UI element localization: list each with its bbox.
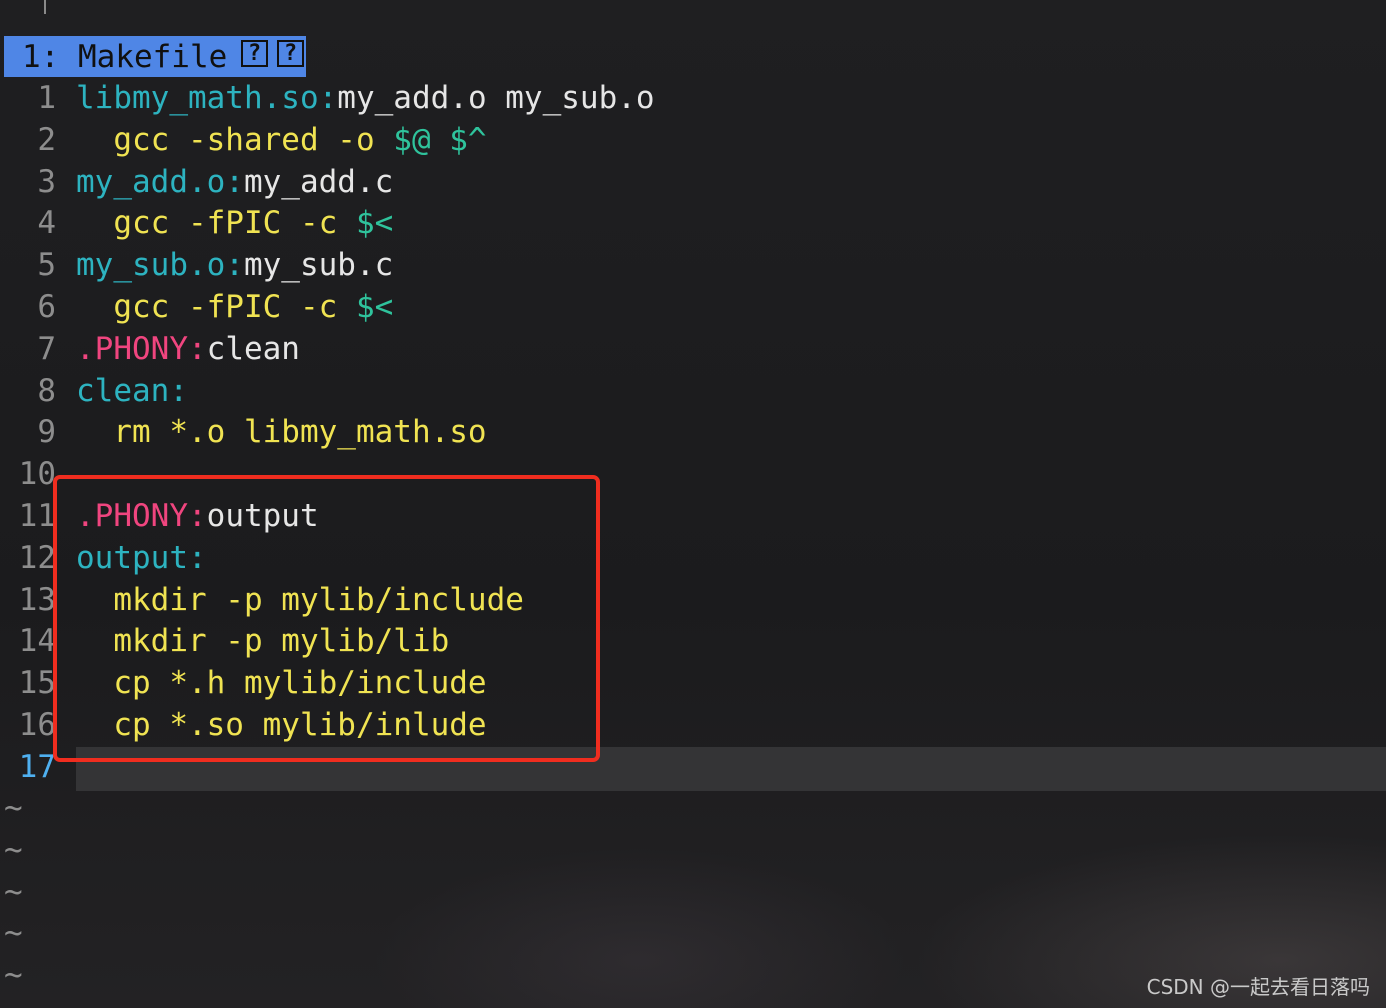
tab-label: 1: Makefile	[22, 39, 228, 75]
line-text: clean:	[76, 371, 188, 413]
line-number: 4	[37, 205, 56, 242]
line-text: cp *.so mylib/inlude	[76, 705, 487, 747]
token-cmd: gcc -fPIC -c	[76, 288, 356, 325]
token-plain: clean	[206, 330, 300, 367]
code-line[interactable]: 15 cp *.h mylib/include	[0, 663, 1386, 705]
line-text: mkdir -p mylib/lib	[76, 621, 449, 663]
token-plain: my_add.o my_sub.o	[337, 80, 655, 116]
line-text: libmy_math.so:my_add.o my_sub.o	[76, 78, 655, 120]
line-text: .PHONY:output	[76, 496, 319, 538]
token-target: clean:	[76, 372, 188, 409]
line-text: mkdir -p mylib/include	[76, 580, 524, 622]
tilde-marker: ~	[4, 831, 23, 868]
token-auto: $<	[355, 205, 394, 242]
token-plain: output	[206, 497, 319, 534]
token-auto: $<	[355, 288, 394, 325]
token-cmd: gcc -shared -o	[76, 121, 394, 158]
line-number: 5	[37, 247, 56, 284]
code-line[interactable]: 9 rm *.o libmy_math.so	[0, 412, 1386, 454]
code-line[interactable]: 12 output:	[0, 538, 1386, 580]
tilde-marker: ~	[4, 790, 23, 826]
token-cmd: mkdir -p mylib/include	[76, 581, 524, 618]
token-target: output:	[76, 539, 207, 576]
token-phony: .PHONY:	[76, 330, 207, 367]
code-line[interactable]: 7 .PHONY:clean	[0, 329, 1386, 371]
token-target: libmy_math.so:	[76, 80, 338, 116]
token-plain: my_add.c	[243, 163, 394, 200]
code-line[interactable]: 16 cp *.so mylib/inlude	[0, 705, 1386, 747]
code-line[interactable]: 14 mkdir -p mylib/lib	[0, 621, 1386, 663]
code-line[interactable]: 11 .PHONY:output	[0, 496, 1386, 538]
line-text: rm *.o libmy_math.so	[76, 412, 487, 454]
token-phony: .PHONY:	[76, 497, 207, 534]
tilde-marker: ~	[4, 915, 23, 952]
line-text: cp *.h mylib/include	[76, 663, 487, 705]
scroll-marker	[44, 0, 46, 14]
code-line[interactable]: 10	[0, 454, 1386, 496]
line-text: output:	[76, 538, 207, 580]
token-auto: $@ $^	[393, 121, 487, 158]
line-text: gcc -fPIC -c $<	[76, 203, 393, 245]
token-cmd: cp *.h mylib/include	[76, 665, 487, 702]
line-number: 7	[37, 330, 56, 367]
editor-buffer[interactable]: 1 libmy_math.so:my_add.o my_sub.o 2 gcc -s…	[0, 78, 1386, 789]
code-line[interactable]: 13 mkdir -p mylib/include	[0, 580, 1386, 622]
line-number: 13	[18, 581, 56, 618]
line-text: my_sub.o:my_sub.c	[76, 245, 393, 287]
line-text: gcc -fPIC -c $<	[76, 287, 393, 329]
token-cmd: mkdir -p mylib/lib	[76, 623, 450, 660]
line-number: 6	[37, 288, 56, 325]
token-plain: my_sub.c	[243, 247, 394, 284]
line-text: gcc -shared -o $@ $^	[76, 120, 487, 162]
line-number: 14	[18, 623, 56, 660]
line-number: 15	[18, 665, 56, 702]
line-number: 8	[37, 372, 56, 409]
unknown-glyph-icon: ?	[277, 40, 304, 67]
line-number: 2	[37, 121, 56, 158]
line-text: my_add.o:my_add.c	[76, 162, 393, 204]
line-number: 11	[18, 497, 56, 534]
token-target: my_add.o:	[76, 163, 244, 200]
code-line[interactable]: 17	[0, 747, 1386, 789]
line-number: 12	[18, 539, 56, 576]
code-line[interactable]: 4 gcc -fPIC -c $<	[0, 203, 1386, 245]
token-cmd: cp *.so mylib/inlude	[76, 706, 487, 743]
code-line[interactable]: 2 gcc -shared -o $@ $^	[0, 120, 1386, 162]
line-number: 9	[37, 414, 56, 451]
unknown-glyph-icon: ?	[241, 40, 268, 67]
watermark: CSDN @一起去看日落吗	[1146, 975, 1370, 999]
token-cmd: gcc -fPIC -c	[76, 205, 356, 242]
line-number: 16	[18, 706, 56, 743]
code-line[interactable]: 6 gcc -fPIC -c $<	[0, 287, 1386, 329]
tilde-marker: ~	[4, 957, 23, 994]
line-number: 10	[18, 456, 56, 493]
line-number: 17	[18, 748, 56, 785]
token-cmd: rm *.o libmy_math.so	[76, 414, 487, 451]
line-number: 3	[37, 163, 56, 200]
code-line[interactable]: 3 my_add.o:my_add.c	[0, 162, 1386, 204]
line-number: 1	[37, 80, 56, 116]
code-line[interactable]: 8 clean:	[0, 371, 1386, 413]
line-text: .PHONY:clean	[76, 329, 300, 371]
token-target: my_sub.o:	[76, 247, 244, 284]
code-line[interactable]: 5 my_sub.o:my_sub.c	[0, 245, 1386, 287]
tilde-marker: ~	[4, 873, 23, 910]
code-line[interactable]: 1 libmy_math.so:my_add.o my_sub.o	[0, 78, 1386, 120]
